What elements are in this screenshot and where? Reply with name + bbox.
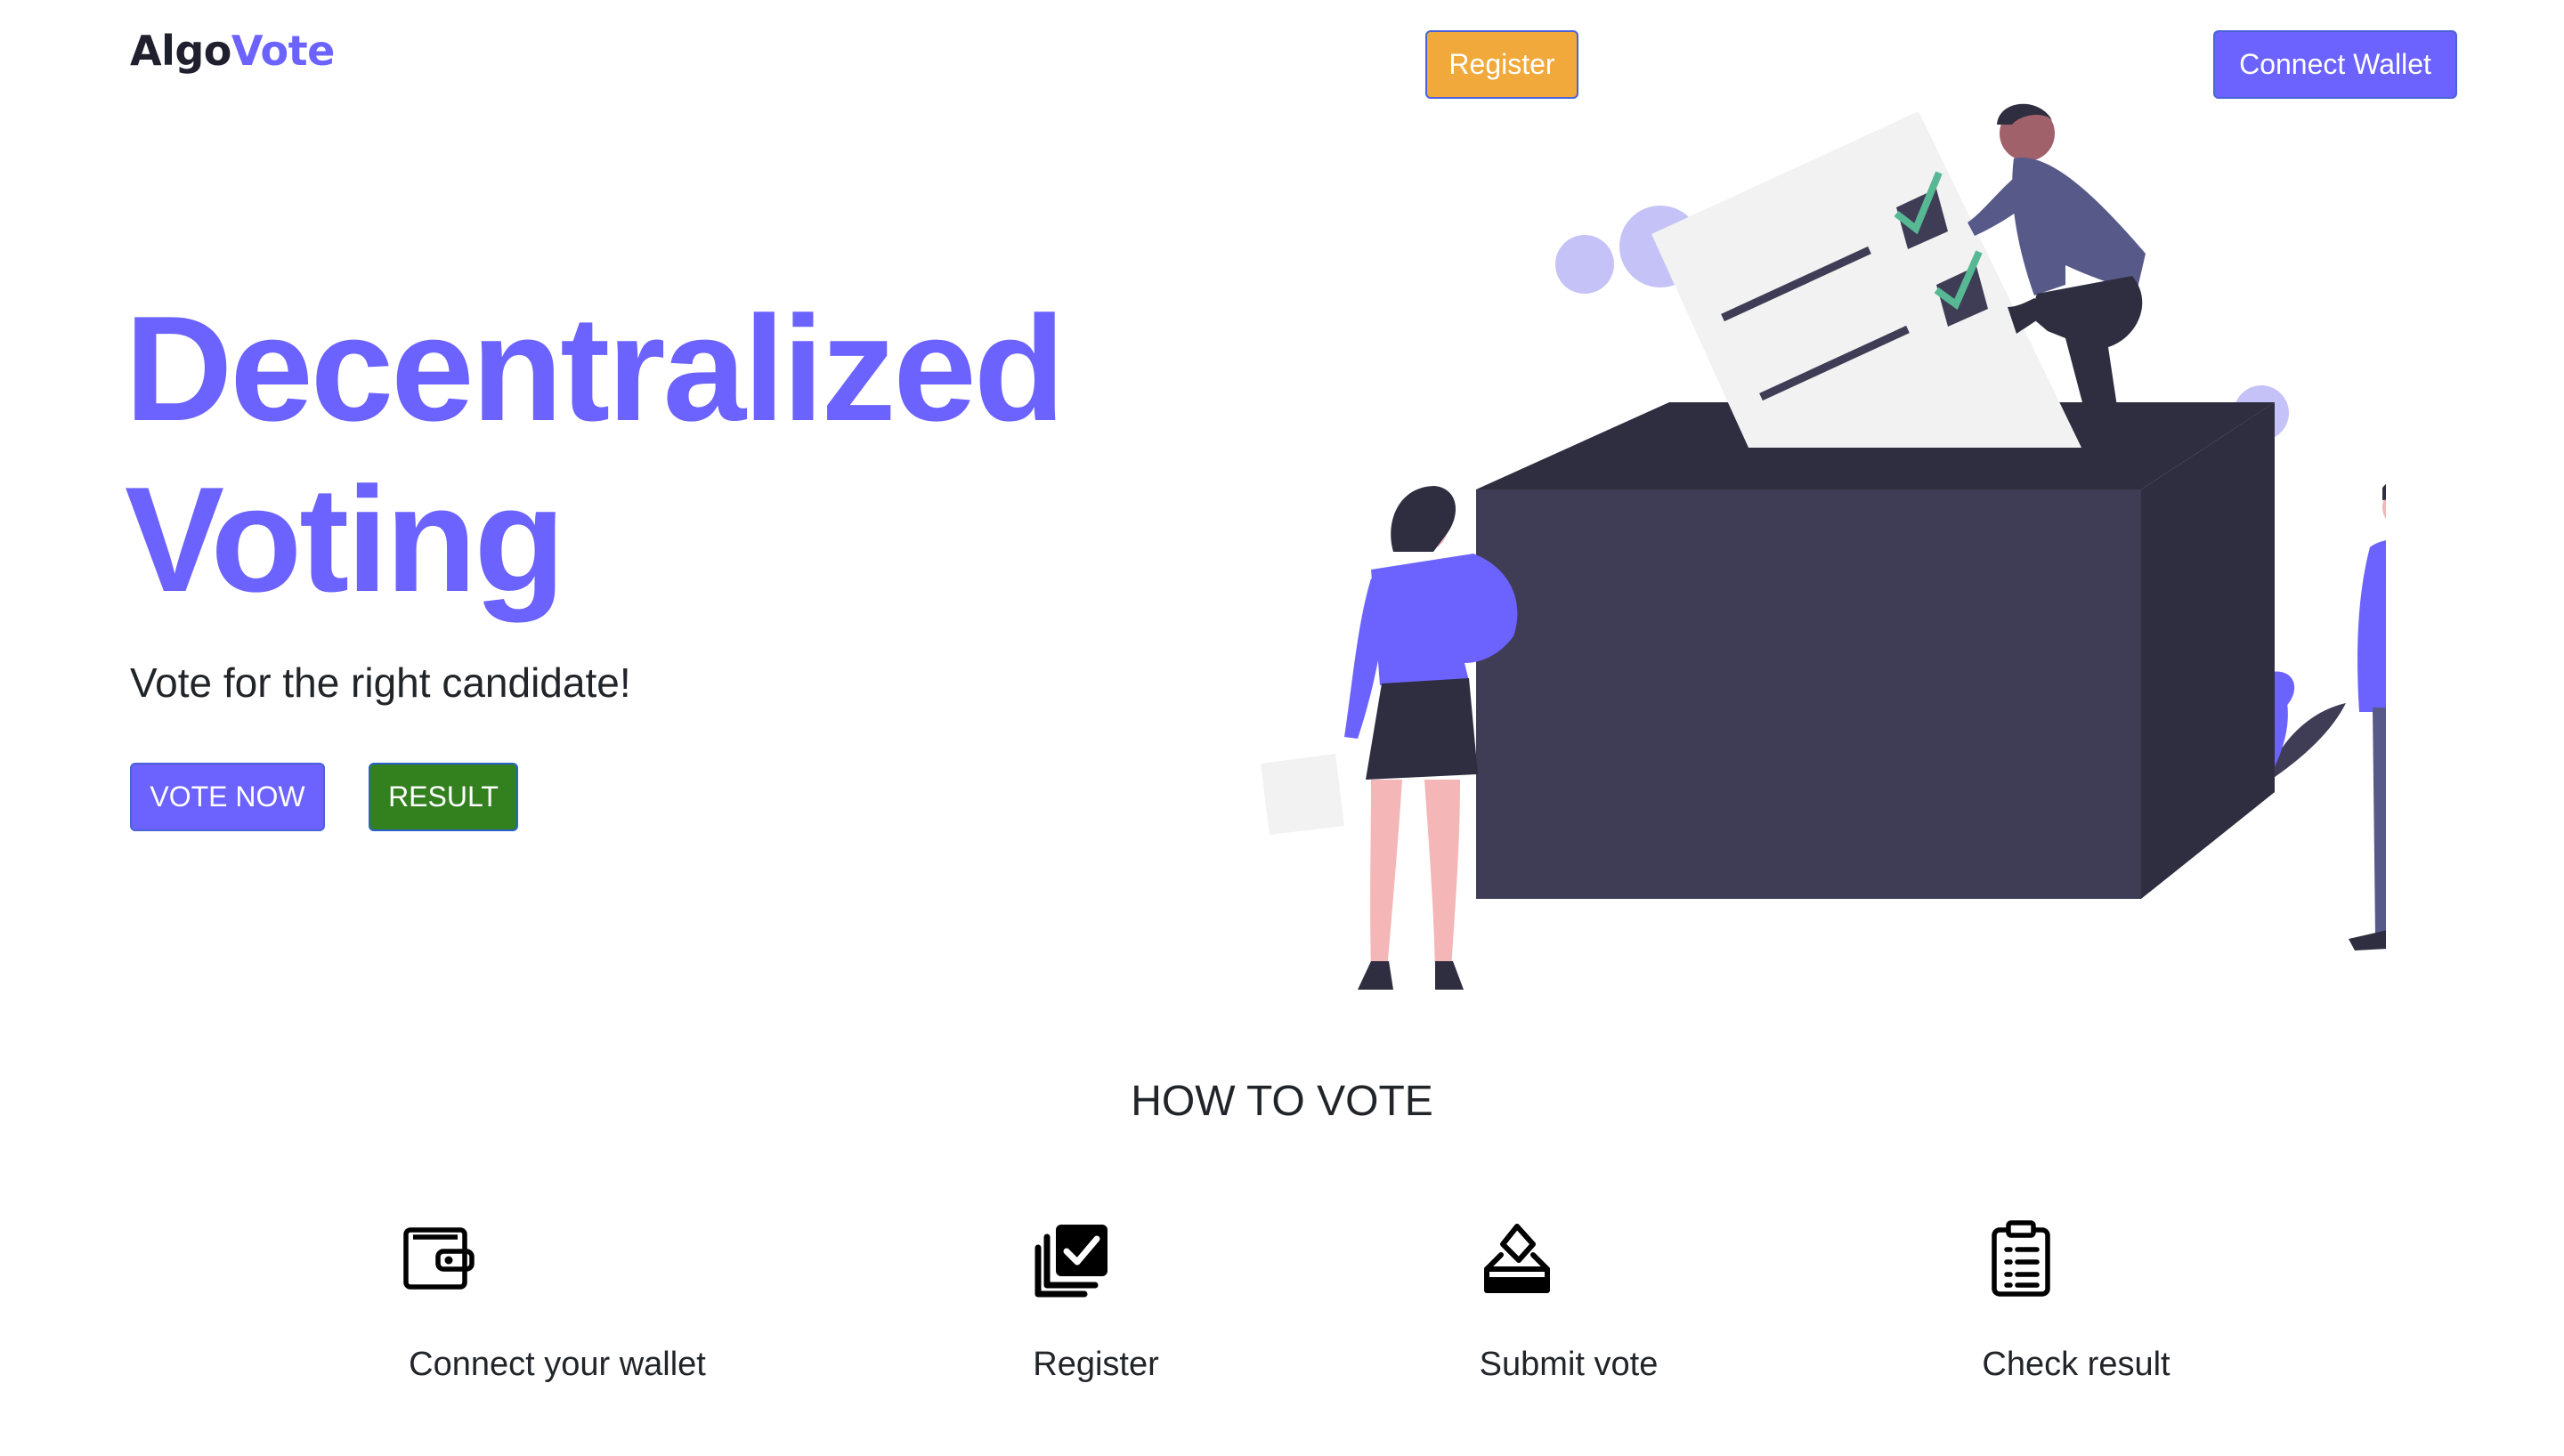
clipboard-list-icon — [1992, 1220, 2050, 1297]
step-connect-wallet-label: Connect your wallet — [409, 1346, 706, 1383]
voting-illustration — [1261, 103, 2386, 990]
how-to-vote-title: HOW TO VOTE — [1131, 1078, 1433, 1125]
ballot-box-icon — [1484, 1224, 1550, 1293]
result-button[interactable]: RESULT — [369, 763, 518, 831]
step-register-label: Register — [1033, 1346, 1159, 1383]
step-submit-vote-label: Submit vote — [1479, 1346, 1659, 1383]
hero-title: Decentralized Voting — [125, 283, 1065, 625]
logo-text-vote: Vote — [231, 27, 335, 75]
hero-title-line2: Voting — [125, 456, 565, 623]
wallet-icon — [403, 1227, 475, 1290]
vote-now-button[interactable]: VOTE NOW — [130, 763, 325, 831]
checkbox-stack-icon — [1035, 1225, 1108, 1298]
hero-title-line1: Decentralized — [125, 285, 1065, 452]
step-check-result-label: Check result — [1982, 1346, 2170, 1383]
logo-text-algo: Algo — [130, 27, 231, 75]
logo[interactable]: AlgoVote — [130, 27, 335, 75]
hero-subtitle: Vote for the right candidate! — [130, 659, 631, 706]
